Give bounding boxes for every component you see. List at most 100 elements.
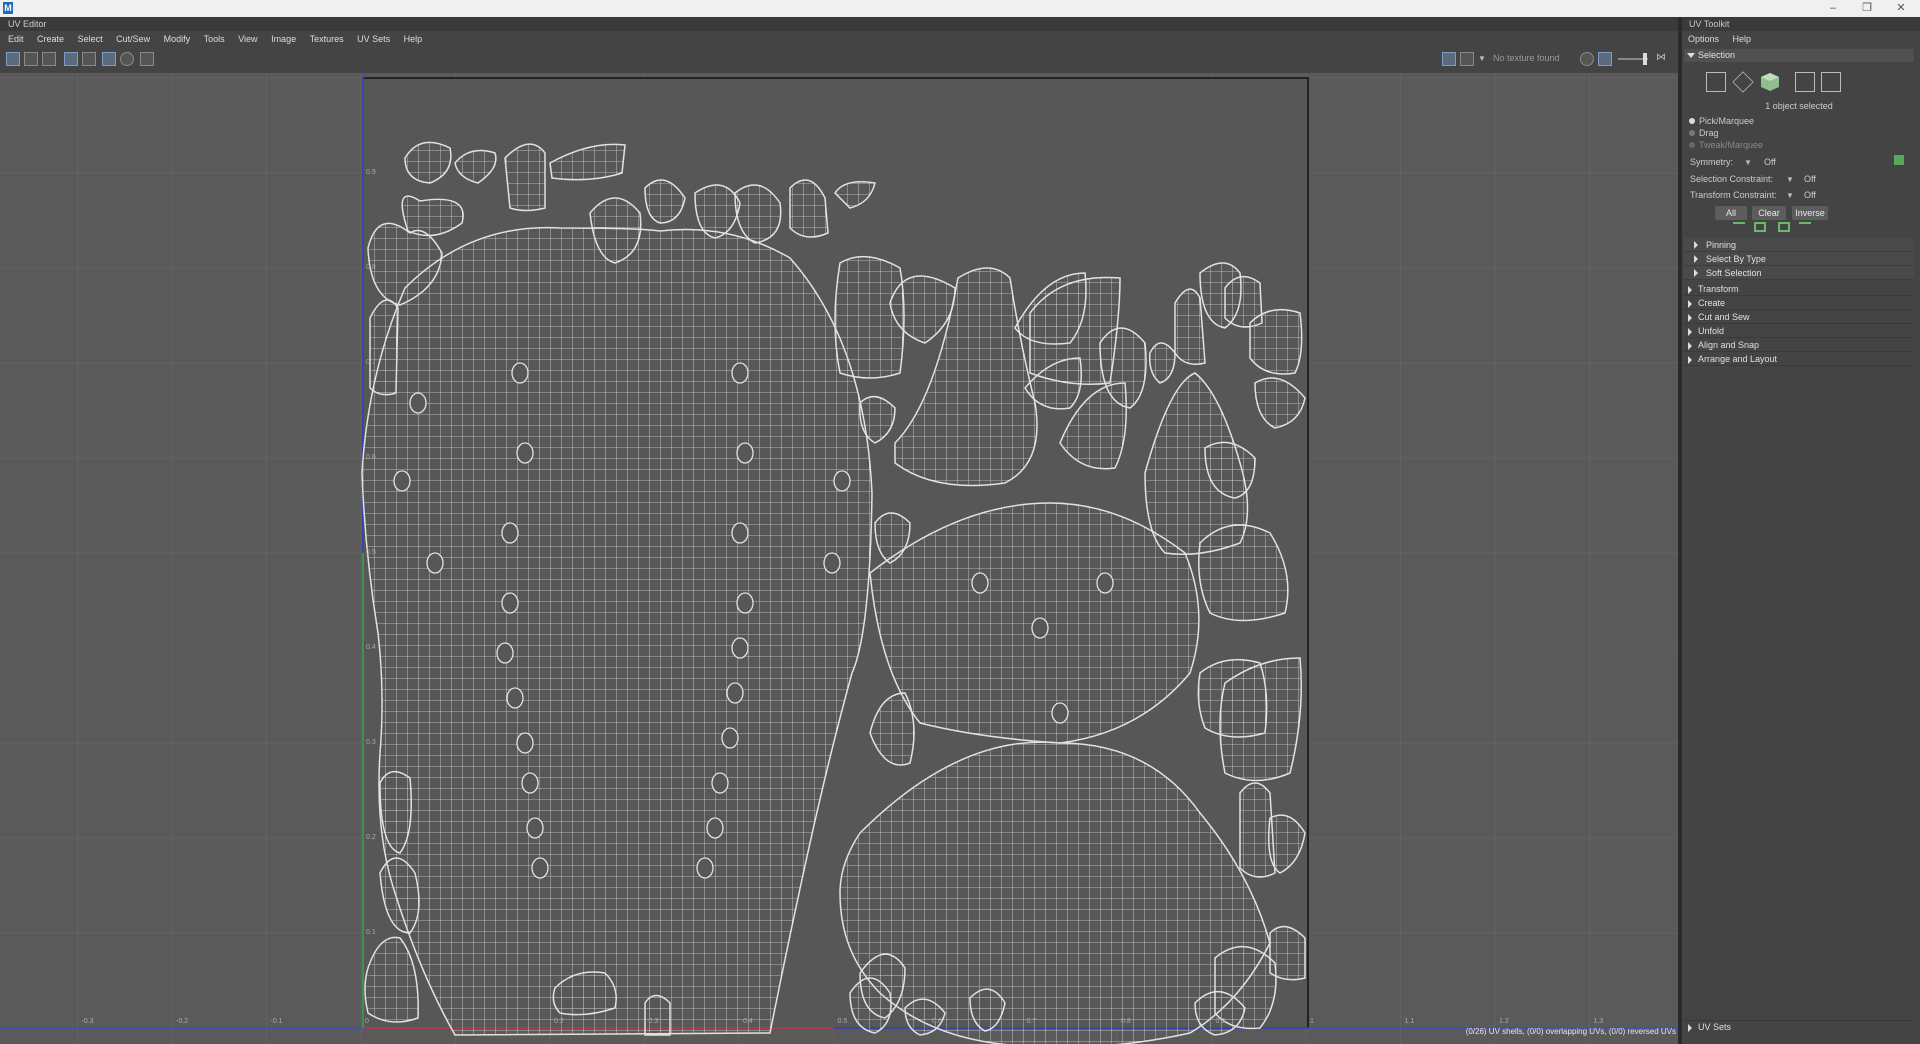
select-border-icon[interactable] [1778, 222, 1790, 232]
mode-drag[interactable]: Drag [1699, 128, 1719, 138]
x-tick-label: 0.9 [1215, 1018, 1226, 1025]
transform-constraint-label: Transform Constraint: [1690, 190, 1777, 200]
grow-selection-icon[interactable] [1733, 222, 1745, 234]
transform-label: Transform [1698, 284, 1739, 294]
uv-editor-toolbar: ▼ No texture found ⋈ [0, 47, 1680, 72]
uv-shell-icon[interactable] [6, 52, 20, 66]
y-tick-label: 0.2 [366, 834, 376, 841]
uv-hole [426, 552, 444, 574]
align-and-snap-header[interactable]: Align and Snap [1684, 339, 1914, 352]
transform-constraint-value[interactable]: Off [1804, 190, 1816, 200]
color-management-icon[interactable] [1580, 52, 1594, 66]
chevron-down-icon[interactable]: ▼ [1786, 175, 1794, 184]
menu-create[interactable]: Create [37, 31, 64, 47]
vertex-select-icon[interactable] [1706, 72, 1726, 92]
uv-hole [833, 470, 851, 492]
x-tick-label: 0.6 [932, 1018, 942, 1025]
maya-icon: M [3, 2, 13, 14]
chevron-down-icon[interactable]: ▼ [1786, 191, 1794, 200]
select-all-button[interactable]: All [1715, 206, 1747, 220]
menu-edit[interactable]: Edit [8, 31, 24, 47]
unfold-header[interactable]: Unfold [1684, 325, 1914, 338]
menu-select[interactable]: Select [78, 31, 103, 47]
mode-tweak-marquee[interactable]: Tweak/Marquee [1699, 140, 1763, 150]
radio-tweak-marquee[interactable] [1689, 142, 1695, 148]
chevron-down-icon[interactable]: ▼ [1744, 158, 1752, 167]
edge-select-icon[interactable] [1732, 71, 1754, 93]
mode-pick-marquee[interactable]: Pick/Marquee [1699, 116, 1754, 126]
face-select-icon[interactable] [1760, 72, 1780, 92]
radio-pick-marquee[interactable] [1689, 118, 1695, 124]
uv-hole [971, 572, 989, 594]
chevron-down-icon [1687, 53, 1695, 58]
arrange-and-layout-label: Arrange and Layout [1698, 354, 1778, 364]
chevron-down-icon[interactable]: ▼ [1478, 54, 1486, 63]
unfold-label: Unfold [1698, 326, 1725, 336]
cut-and-sew-header[interactable]: Cut and Sew [1684, 311, 1914, 324]
menu-textures[interactable]: Textures [310, 31, 344, 47]
uv-sets-header[interactable]: UV Sets [1684, 1020, 1914, 1033]
arrange-and-layout-header[interactable]: Arrange and Layout [1684, 353, 1914, 366]
snapshot-icon[interactable] [140, 52, 154, 66]
y-tick-label: 0.1 [366, 929, 376, 936]
menu-uv-sets[interactable]: UV Sets [357, 31, 390, 47]
pixel-snap-icon[interactable] [82, 52, 96, 66]
toolkit-menu-help[interactable]: Help [1733, 34, 1752, 44]
checker-icon[interactable] [1460, 52, 1474, 66]
create-label: Create [1698, 298, 1726, 308]
y-tick-label: 0.3 [366, 739, 376, 746]
uv-toolkit-title: UV Toolkit [1682, 17, 1920, 31]
selection-summary: 1 object selected [1765, 101, 1833, 111]
shaded-icon[interactable] [102, 52, 116, 66]
uv-viewport[interactable]: -0.3 -0.2 -0.1 0 0.2 0.3 0.4 0.5 0.6 0.7 0.8 0.9 1 1.… [0, 73, 1678, 1044]
uv-hole [1051, 702, 1069, 724]
uv-hole [409, 392, 427, 414]
uv-hole [736, 592, 754, 614]
grid-icon[interactable] [64, 52, 78, 66]
uv-canvas[interactable] [0, 73, 1678, 1044]
uv-hole [516, 442, 534, 464]
uv-select-icon[interactable] [1821, 72, 1841, 92]
clear-button[interactable]: Clear [1752, 206, 1786, 220]
shrink-selection-icon[interactable] [1754, 222, 1766, 232]
radio-drag[interactable] [1689, 130, 1695, 136]
align-and-snap-label: Align and Snap [1698, 340, 1760, 350]
chevron-right-icon [1694, 255, 1698, 263]
menu-help[interactable]: Help [404, 31, 423, 47]
texture-borders-icon[interactable] [24, 52, 38, 66]
display-icon[interactable] [42, 52, 56, 66]
chevron-right-icon [1694, 269, 1698, 277]
menu-image[interactable]: Image [271, 31, 296, 47]
image-display-icon[interactable] [1442, 52, 1456, 66]
select-shell-border-icon[interactable] [1799, 222, 1811, 234]
menu-modify[interactable]: Modify [164, 31, 191, 47]
minimize-icon[interactable]: – [1818, 0, 1848, 17]
menu-view[interactable]: View [238, 31, 257, 47]
gamma-icon[interactable]: ⋈ [1656, 52, 1670, 66]
selection-header[interactable]: Selection [1684, 49, 1914, 62]
x-tick-label: -0.2 [176, 1018, 189, 1025]
transform-header[interactable]: Transform [1684, 283, 1914, 296]
shell-select-icon[interactable] [1795, 72, 1815, 92]
pinning-header[interactable]: Pinning [1684, 238, 1914, 252]
symmetry-toggle-icon[interactable] [1894, 155, 1904, 165]
inverse-button[interactable]: Inverse [1792, 206, 1828, 220]
isolate-icon[interactable] [120, 52, 134, 66]
uv-shell [1214, 945, 1277, 1030]
uv-hole [1031, 617, 1049, 639]
exposure-icon[interactable] [1598, 52, 1612, 66]
uv-shell [1249, 308, 1303, 375]
select-by-type-header[interactable]: Select By Type [1684, 252, 1914, 266]
menu-cut-sew[interactable]: Cut/Sew [116, 31, 150, 47]
symmetry-value[interactable]: Off [1764, 157, 1776, 167]
toolkit-menu-options[interactable]: Options [1688, 34, 1719, 44]
x-tick-label: 0.8 [1121, 1018, 1131, 1025]
soft-selection-header[interactable]: Soft Selection [1684, 266, 1914, 280]
close-icon[interactable]: ✕ [1886, 0, 1916, 17]
selection-constraint-value[interactable]: Off [1804, 174, 1816, 184]
create-header[interactable]: Create [1684, 297, 1914, 310]
uv-editor-menubar: Edit Create Select Cut/Sew Modify Tools … [8, 31, 1678, 47]
menu-tools[interactable]: Tools [204, 31, 225, 47]
slider-handle[interactable] [1643, 53, 1647, 65]
restore-icon[interactable]: ❐ [1852, 0, 1882, 17]
